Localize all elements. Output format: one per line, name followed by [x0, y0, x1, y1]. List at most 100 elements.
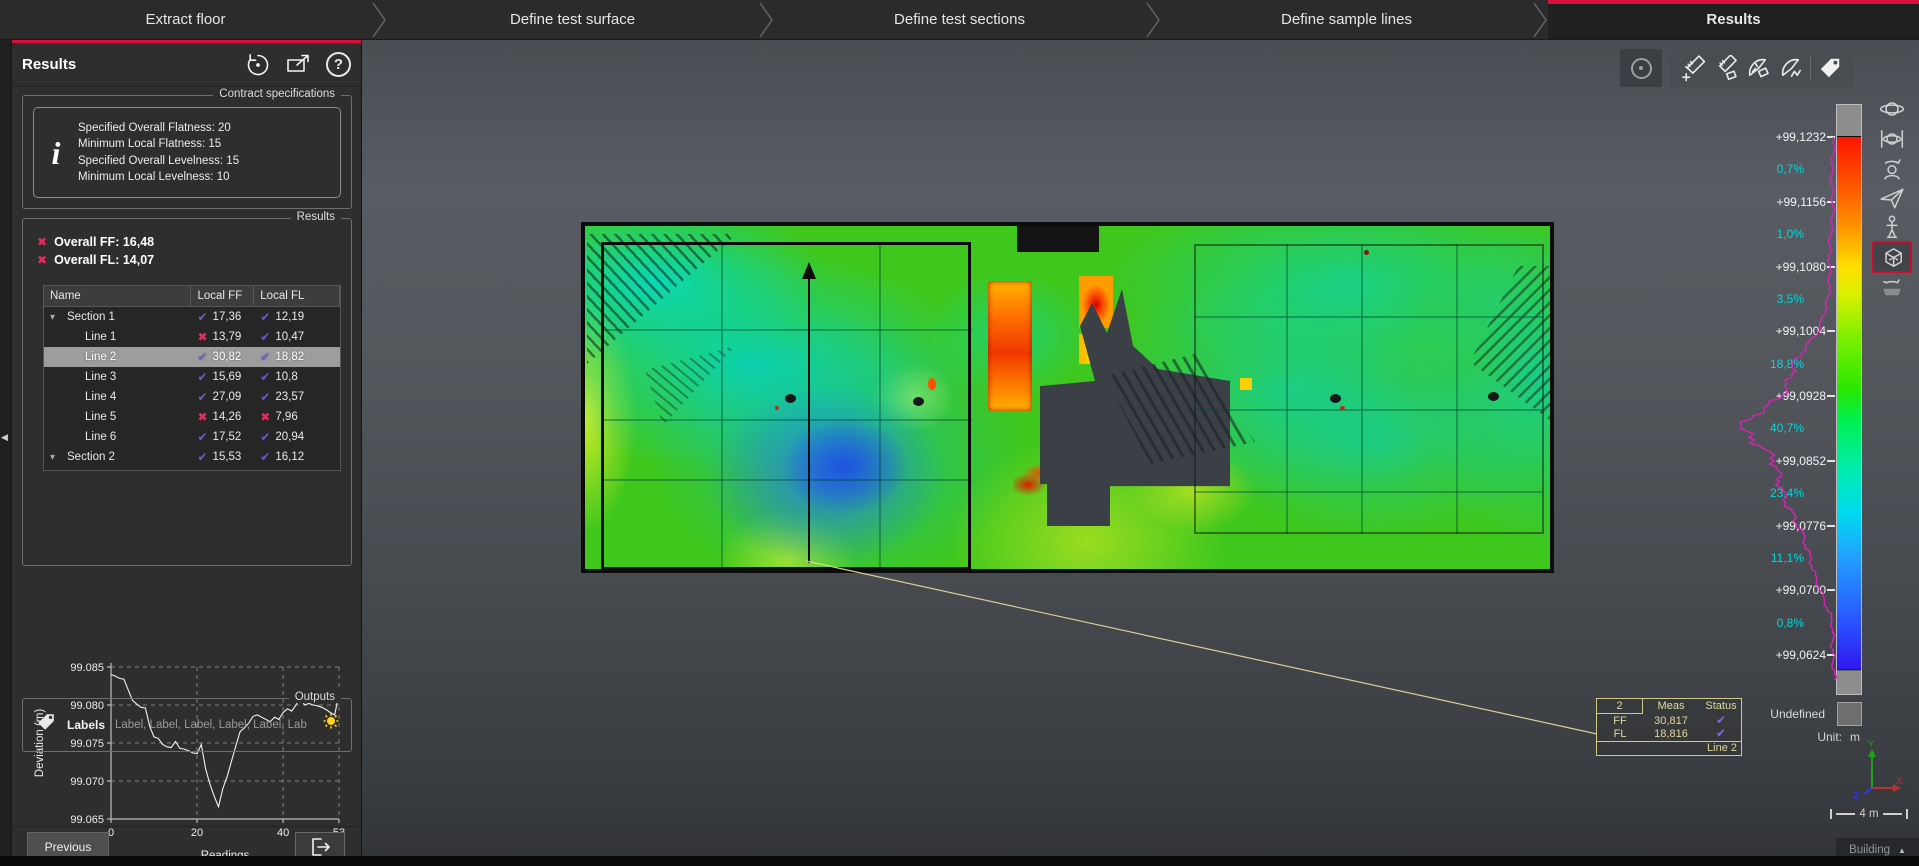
- row-name-cell: ▾Section 2: [44, 451, 191, 463]
- row-name-cell: [44, 467, 192, 471]
- row-ff-value: 27,09: [213, 391, 242, 403]
- tab-separator-chevron: [1532, 0, 1548, 39]
- expand-chevron-icon[interactable]: ▾: [50, 312, 62, 323]
- overall-text: Overall FL: 14,07: [54, 253, 154, 267]
- table-row-section-1[interactable]: ▾ Section 1 ✔17,36 ✔ 12,19: [44, 307, 340, 327]
- elevation-colorbar[interactable]: [1836, 104, 1862, 695]
- row-name: Line 4: [67, 391, 116, 403]
- labels-value[interactable]: Label, Label, Label, Label, Label, Lab: [115, 719, 311, 731]
- row-ff-cell: ✔30,82: [191, 351, 254, 363]
- pass-check-icon: ✔: [260, 331, 270, 343]
- collapse-panel-arrow[interactable]: ◀: [1, 432, 8, 443]
- delete-measurement-icon[interactable]: [1711, 54, 1739, 82]
- colorbar-value-label: +99,0776: [1714, 510, 1826, 542]
- orbit-icon[interactable]: [1874, 95, 1910, 123]
- add-measurement-icon[interactable]: [1678, 54, 1706, 82]
- annotation-ff-value: 30,817: [1643, 714, 1699, 728]
- colorbar-percent-label: 0,8%: [1714, 607, 1826, 639]
- reset-icon[interactable]: [244, 51, 271, 78]
- pass-check-icon: ✔: [197, 431, 207, 443]
- pass-check-icon: ✔: [197, 391, 207, 403]
- erase-angle-icon[interactable]: [1744, 54, 1772, 82]
- colorbar-percent-label: 3,5%: [1714, 283, 1826, 315]
- colorbar-value-label: +99,1080: [1714, 251, 1826, 283]
- section-2-outline[interactable]: [1194, 244, 1544, 534]
- contract-line: Minimum Local Flatness: 15: [78, 136, 239, 153]
- pass-check-icon: ✔: [260, 451, 270, 463]
- row-name: Line 6: [67, 431, 116, 443]
- table-row-section-2[interactable]: ▾Section 2 ✔ 15,53 ✔ 16,12: [44, 447, 340, 467]
- tab-separator-chevron: [371, 0, 387, 39]
- row-name: Line 1: [67, 331, 116, 343]
- colorbar-percent-label: 23,4%: [1714, 477, 1826, 509]
- colorbar-value-label: +99,0700: [1714, 574, 1826, 606]
- view-cube-icon[interactable]: [1874, 243, 1910, 271]
- axis-gizmo: Y X Z: [1840, 738, 1904, 809]
- row-ff-cell: ✖14,26: [191, 411, 254, 423]
- column-header-local-fl[interactable]: Local FL: [254, 286, 340, 306]
- app-window: Extract floor Define test surface Define t…: [0, 0, 1919, 866]
- annotation-fl-label: FL: [1597, 727, 1643, 741]
- viewport-3d[interactable]: 2 Meas Status FF 30,817 ✔ FL 18,816 ✔ Li…: [362, 40, 1919, 866]
- heatmap-void-rect: [1017, 226, 1099, 252]
- table-row-line-5[interactable]: Line 5✖14,26✖7,96: [44, 407, 340, 427]
- center-point-tool[interactable]: [1620, 49, 1662, 87]
- popout-icon[interactable]: [285, 51, 312, 78]
- undefined-color-swatch[interactable]: [1837, 702, 1862, 726]
- table-row-line-6[interactable]: Line 6✔17,52✔20,94: [44, 427, 340, 447]
- table-row-line-4[interactable]: Line 4✔27,09✔23,57: [44, 387, 340, 407]
- tab-results[interactable]: Results: [1548, 0, 1919, 39]
- svg-text:99.070: 99.070: [70, 776, 104, 788]
- fail-cross-icon: ✖: [260, 411, 270, 423]
- center-point-icon: [1631, 58, 1652, 79]
- angle-measure-icon[interactable]: [1777, 54, 1805, 82]
- row-name: Section 1: [67, 311, 115, 323]
- row-ff-value: 17,36: [213, 311, 242, 323]
- row-fl-cell: ✔ 16,12: [254, 451, 340, 463]
- turntable-icon[interactable]: [1874, 272, 1910, 300]
- row-ff-cell: ✔17,36: [191, 311, 254, 323]
- row-name-cell: Line 4: [44, 391, 191, 403]
- pass-check-icon: ✔: [260, 351, 270, 363]
- highlight-bulb-icon[interactable]: [321, 712, 341, 737]
- look-around-icon[interactable]: [1874, 154, 1910, 182]
- toolbar-separator: [1810, 56, 1811, 80]
- floor-heatmap[interactable]: [581, 222, 1554, 573]
- section-1-outline[interactable]: [601, 242, 971, 570]
- tab-label: Extract floor: [145, 11, 225, 28]
- contract-info-box: i Specified Overall Flatness: 20Minimum …: [33, 107, 341, 198]
- expand-chevron-icon[interactable]: ▾: [50, 452, 62, 463]
- colorbar-percent-label: 40,7%: [1714, 412, 1826, 444]
- pass-check-icon: ✔: [197, 451, 207, 463]
- row-fl-value: 23,57: [275, 391, 304, 403]
- svg-text:99.085: 99.085: [70, 662, 104, 674]
- annotation-fl-value: 18,816: [1643, 727, 1699, 741]
- row-fl-value: 16,12: [275, 451, 304, 463]
- constrained-orbit-icon[interactable]: [1874, 125, 1910, 153]
- tab-define-test-sections[interactable]: Define test sections: [774, 0, 1145, 39]
- help-icon[interactable]: ?: [326, 52, 351, 77]
- column-header-local-ff[interactable]: Local FF: [191, 286, 254, 306]
- table-row-line-1[interactable]: Line 1✖13,79✔10,47: [44, 327, 340, 347]
- table-row-line-3[interactable]: Line 3✔15,69✔10,8: [44, 367, 340, 387]
- labels-tool-icon[interactable]: [1816, 54, 1844, 82]
- tab-define-sample-lines[interactable]: Define sample lines: [1161, 0, 1532, 39]
- column-header-name[interactable]: Name: [44, 286, 191, 306]
- tab-extract-floor[interactable]: Extract floor: [0, 0, 371, 39]
- table-row-line-2[interactable]: Line 2✔30,82✔18,82: [44, 347, 340, 367]
- labels-tag-icon: [35, 711, 57, 738]
- overall-result: ✖Overall FL: 14,07: [37, 251, 154, 269]
- tab-define-test-surface[interactable]: Define test surface: [387, 0, 758, 39]
- outputs-group: Outputs Labels Label, Label, Label, Labe…: [22, 698, 352, 752]
- walk-icon[interactable]: [1874, 213, 1910, 241]
- row-ff-value: 15,53: [213, 451, 242, 463]
- row-fl-value: 12,19: [275, 311, 304, 323]
- svg-text:Z: Z: [1853, 791, 1859, 802]
- tab-separator-chevron: [758, 0, 774, 39]
- labels-title: Labels: [67, 718, 105, 732]
- row-name-cell: Line 5: [44, 411, 191, 423]
- pass-check-icon: ✔: [260, 311, 270, 323]
- row-ff-value: 14,26: [213, 411, 242, 423]
- sample-line-2-selected[interactable]: [808, 276, 810, 563]
- fly-icon[interactable]: [1874, 184, 1910, 212]
